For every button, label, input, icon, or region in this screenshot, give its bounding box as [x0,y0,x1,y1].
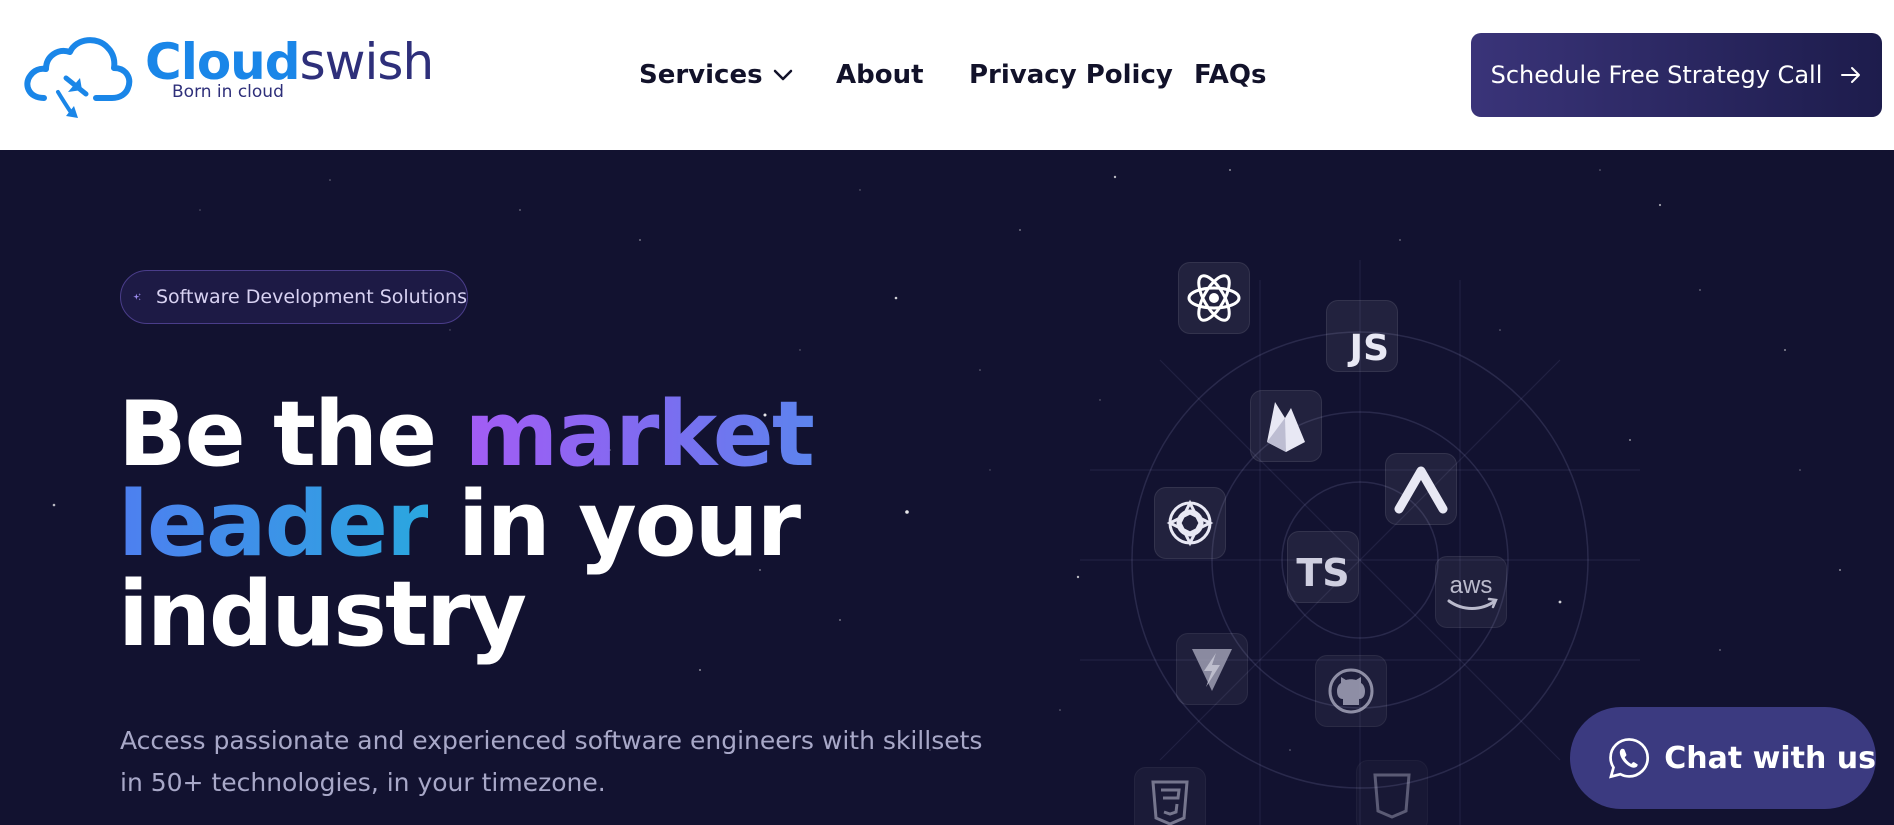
openai-icon [1166,499,1214,547]
schedule-call-label: Schedule Free Strategy Call [1490,61,1823,89]
logo-brand-part2: swish [299,33,435,91]
hero-subtext: Access passionate and experienced softwa… [120,726,983,797]
headline-part5: industry [118,562,527,667]
openai-tile [1154,487,1226,559]
typescript-tile: TS [1287,531,1359,603]
vite-icon [1192,649,1232,691]
arc-tile [1385,453,1457,525]
react-icon [1187,274,1241,322]
arc-icon [1394,466,1448,514]
firebase-icon [1267,402,1305,452]
typescript-icon: TS [1296,551,1350,595]
nav-privacy-policy[interactable]: Privacy Policy [969,50,1173,100]
html5-icon [1373,773,1411,819]
logo[interactable]: Cloudswish Born in cloud [22,30,434,120]
category-badge-label: Software Development Solutions [155,286,467,308]
vite-tile [1176,633,1248,705]
logo-tagline: Born in cloud [172,82,284,102]
schedule-call-button[interactable]: Schedule Free Strategy Call [1471,33,1882,117]
cloud-logo-icon [24,37,133,118]
javascript-tile: JS [1326,300,1398,372]
whatsapp-icon [1609,738,1650,779]
nav-services[interactable]: Services [639,50,793,100]
css3-tile [1134,767,1206,825]
github-icon [1328,668,1374,714]
html5-tile [1356,760,1428,825]
chat-with-us-label: Chat with us [1664,740,1876,776]
arrow-right-icon [1841,67,1861,83]
site-header: Cloudswish Born in cloud Services About … [0,0,1894,151]
svg-text:aws: aws [1450,572,1493,599]
nav-faqs[interactable]: FAQs [1194,50,1266,100]
chevron-down-icon [773,69,792,81]
github-tile [1315,655,1387,727]
css3-icon [1151,780,1189,825]
firebase-tile [1250,390,1322,462]
category-badge: Software Development Solutions [120,270,468,324]
sparkle-icon [133,293,142,301]
nav-services-label: Services [639,60,763,90]
aws-tile: aws [1435,556,1507,628]
aws-icon: aws [1447,572,1498,610]
javascript-icon: JS [1349,328,1389,369]
hero-headline: Be the market leader in your industry [118,390,918,660]
nav-about[interactable]: About [836,50,924,100]
react-tile [1178,262,1250,334]
chat-with-us-button[interactable]: Chat with us [1570,707,1876,809]
